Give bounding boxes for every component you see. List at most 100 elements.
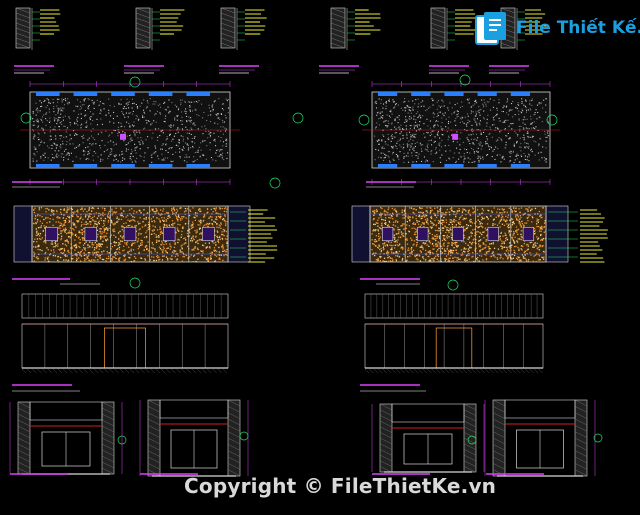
panel-speckle [140, 212, 141, 213]
ceiling-speckle [80, 106, 81, 107]
ceiling-speckle [180, 102, 181, 103]
ceiling-speckle [450, 122, 451, 123]
ceiling-speckle [413, 134, 414, 135]
panel-speckle [138, 248, 139, 249]
panel-speckle [451, 261, 452, 262]
panel-speckle [500, 258, 501, 259]
ceiling-speckle [388, 121, 389, 122]
ceiling-speckle [532, 151, 533, 152]
panel-speckle [467, 227, 468, 228]
panel-speckle [421, 216, 422, 217]
panel-speckle [519, 219, 520, 220]
panel-speckle [436, 224, 437, 225]
ceiling-speckle [378, 150, 379, 151]
floor-hatch [130, 369, 134, 373]
panel-speckle [138, 234, 139, 235]
panel-speckle [72, 209, 73, 210]
panel-speckle [384, 261, 385, 262]
panel-speckle [493, 252, 494, 253]
ceiling-speckle [530, 116, 531, 117]
ceiling-speckle [526, 128, 527, 129]
panel-speckle [112, 214, 113, 215]
ceiling-speckle [222, 108, 223, 109]
ceiling-speckle [529, 128, 530, 129]
panel-speckle [194, 239, 195, 240]
ceiling-speckle [496, 108, 497, 109]
panel-speckle [432, 210, 433, 211]
ceiling-speckle [442, 128, 443, 129]
panel-speckle [129, 251, 130, 252]
panel-speckle [64, 255, 65, 256]
ceiling-speckle [151, 157, 152, 158]
panel-speckle [419, 255, 420, 256]
ceiling-speckle [160, 114, 161, 115]
panel-speckle [458, 245, 459, 246]
ceiling-speckle [388, 137, 389, 138]
ceiling-speckle [449, 137, 450, 138]
ceiling-speckle [388, 156, 389, 157]
ceiling-speckle [384, 154, 385, 155]
panel-speckle [395, 252, 396, 253]
panel-speckle [182, 218, 183, 219]
panel-speckle [448, 230, 449, 231]
panel-speckle [68, 242, 69, 243]
ceiling-speckle [132, 99, 133, 100]
panel-speckle [531, 221, 532, 222]
ceiling-speckle [206, 159, 207, 160]
panel-speckle [121, 226, 122, 227]
panel-speckle [539, 245, 540, 246]
panel-speckle [496, 212, 497, 213]
ceiling-speckle [186, 111, 187, 112]
panel-speckle [537, 248, 538, 249]
ceiling-speckle [117, 116, 118, 117]
floor-hatch [63, 369, 67, 373]
panel-speckle [468, 255, 469, 256]
panel-speckle [82, 219, 83, 220]
panel-speckle [501, 232, 502, 233]
ceiling-speckle [527, 133, 528, 134]
ceiling-speckle [97, 100, 98, 101]
detail-wall-section [221, 8, 235, 48]
ceiling-speckle [179, 142, 180, 143]
panel-speckle [541, 217, 542, 218]
ceiling-speckle [52, 157, 53, 158]
ceiling-speckle [420, 143, 421, 144]
panel-speckle [57, 256, 58, 257]
ceiling-speckle [113, 112, 114, 113]
panel-speckle [438, 248, 439, 249]
ceiling-speckle [168, 100, 169, 101]
ceiling-speckle [49, 147, 50, 148]
panel-speckle [73, 224, 74, 225]
ceiling-speckle [210, 136, 211, 137]
ceiling-speckle [185, 102, 186, 103]
panel-speckle [447, 261, 448, 262]
ceiling-speckle [464, 123, 465, 124]
ceiling-speckle [134, 125, 135, 126]
ceiling-speckle [525, 159, 526, 160]
ceiling-speckle [441, 100, 442, 101]
ceiling-speckle [525, 119, 526, 120]
ceiling-speckle [448, 128, 449, 129]
ceiling-speckle [140, 142, 141, 143]
ceiling-speckle [132, 162, 133, 163]
ceiling-speckle [491, 147, 492, 148]
ceiling-speckle [70, 135, 71, 136]
floor-hatch [84, 369, 88, 373]
panel-speckle [451, 234, 452, 235]
floor-hatch [197, 369, 201, 373]
panel-speckle [137, 221, 138, 222]
panel-speckle [103, 215, 104, 216]
ceiling-speckle [435, 153, 436, 154]
panel-speckle [160, 215, 161, 216]
ceiling-speckle [387, 115, 388, 116]
panel-speckle [216, 207, 217, 208]
panel-speckle [221, 231, 222, 232]
ceiling-speckle [206, 120, 207, 121]
ceiling-speckle [467, 122, 468, 123]
panel-speckle [409, 225, 410, 226]
ceiling-speckle [184, 148, 185, 149]
ceiling-speckle [168, 152, 169, 153]
panel-speckle [484, 231, 485, 232]
panel-speckle [473, 239, 474, 240]
panel-speckle [102, 244, 103, 245]
